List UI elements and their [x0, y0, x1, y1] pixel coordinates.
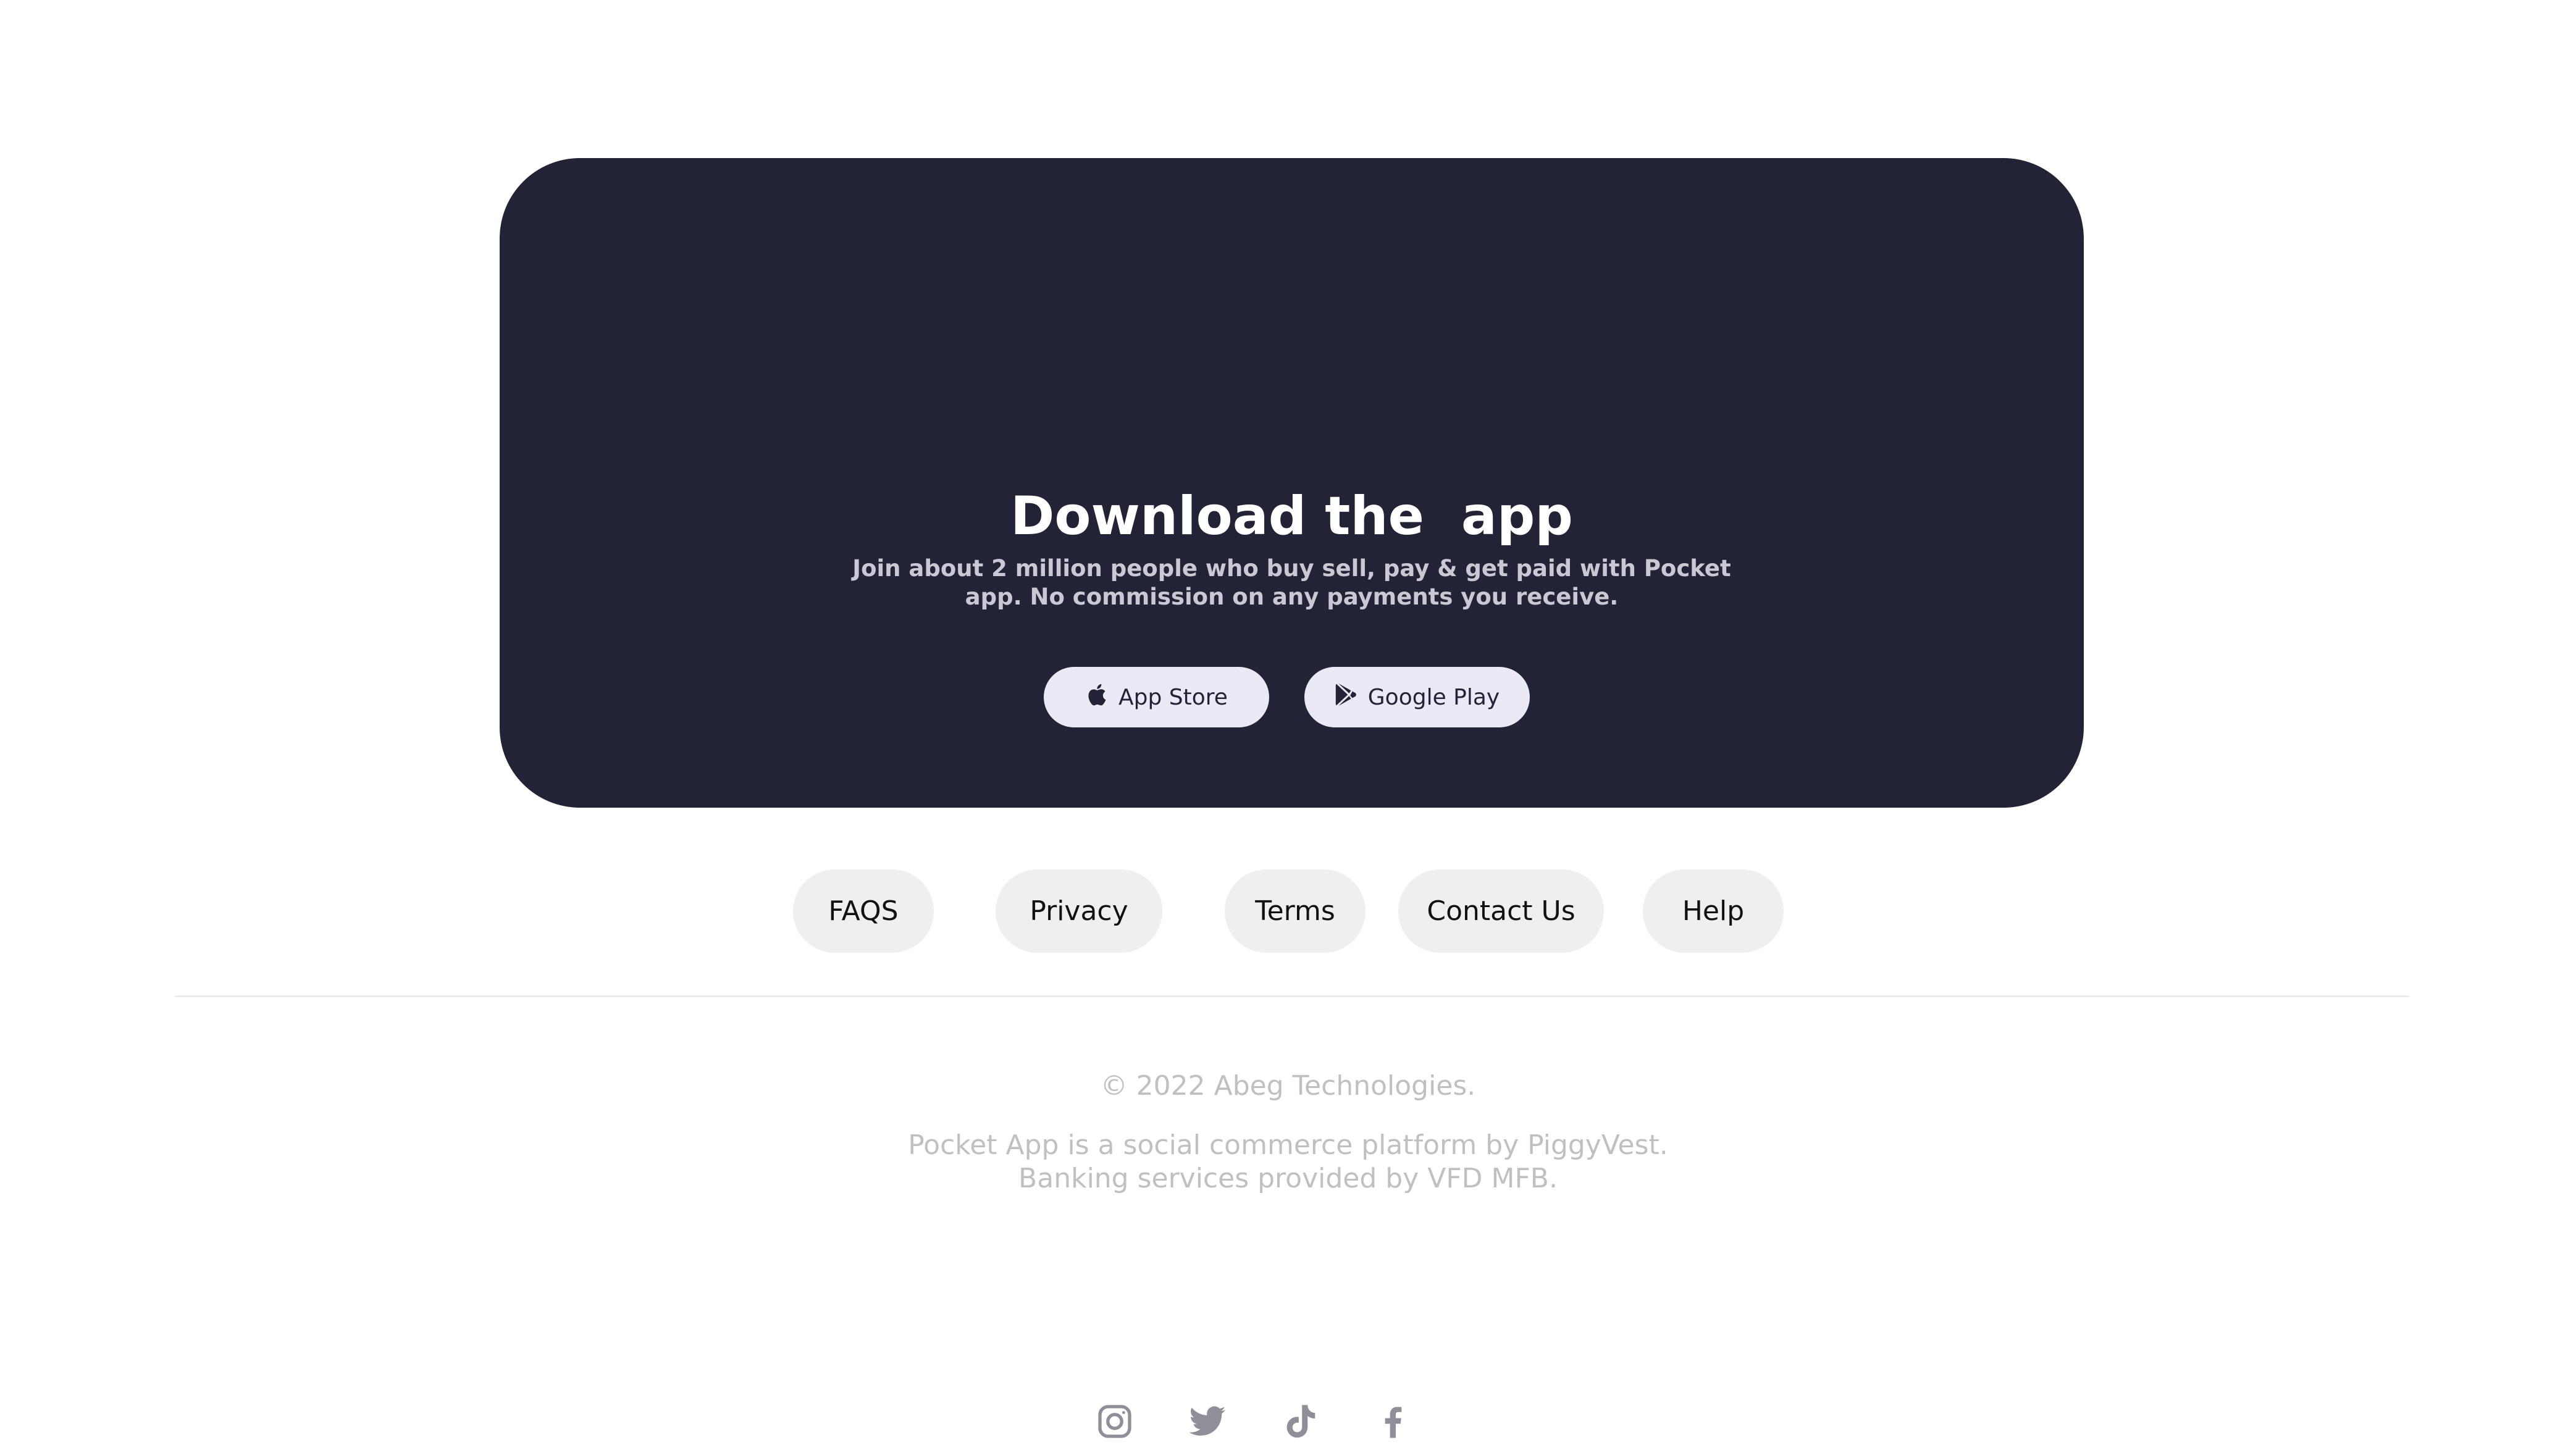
- footer-link-help[interactable]: Help: [1643, 869, 1784, 953]
- footer-divider: [175, 995, 2409, 997]
- download-app-banner: Download the app Join about 2 million pe…: [500, 158, 2084, 808]
- about-line-1: Pocket App is a social commerce platform…: [908, 1129, 1668, 1161]
- footer-link-contact-us[interactable]: Contact Us: [1398, 869, 1604, 953]
- banner-subtitle-line-2: app. No commission on any payments you r…: [965, 584, 1619, 610]
- twitter-icon[interactable]: [1188, 1402, 1227, 1441]
- footer-link-faqs[interactable]: FAQS: [793, 869, 934, 953]
- copyright-text: © 2022 Abeg Technologies.: [1100, 1070, 1476, 1102]
- banner-title: Download the app: [1010, 485, 1573, 547]
- google-play-label: Google Play: [1367, 684, 1500, 710]
- banner-subtitle-line-1: Join about 2 million people who buy sell…: [852, 555, 1731, 582]
- app-store-label: App Store: [1118, 684, 1228, 710]
- google-play-icon: [1335, 682, 1357, 713]
- banner-subtitle: Join about 2 million people who buy sell…: [500, 555, 2084, 611]
- app-store-button[interactable]: App Store: [1044, 667, 1269, 727]
- facebook-icon[interactable]: [1374, 1402, 1413, 1441]
- tiktok-icon[interactable]: [1280, 1402, 1320, 1441]
- google-play-button[interactable]: Google Play: [1304, 667, 1530, 727]
- footer-link-terms[interactable]: Terms: [1225, 869, 1366, 953]
- about-text: Pocket App is a social commerce platform…: [0, 1129, 2576, 1195]
- about-line-2: Banking services provided by VFD MFB.: [1018, 1163, 1558, 1194]
- apple-icon: [1085, 682, 1107, 713]
- footer-link-privacy[interactable]: Privacy: [996, 869, 1162, 953]
- instagram-icon[interactable]: [1095, 1402, 1135, 1441]
